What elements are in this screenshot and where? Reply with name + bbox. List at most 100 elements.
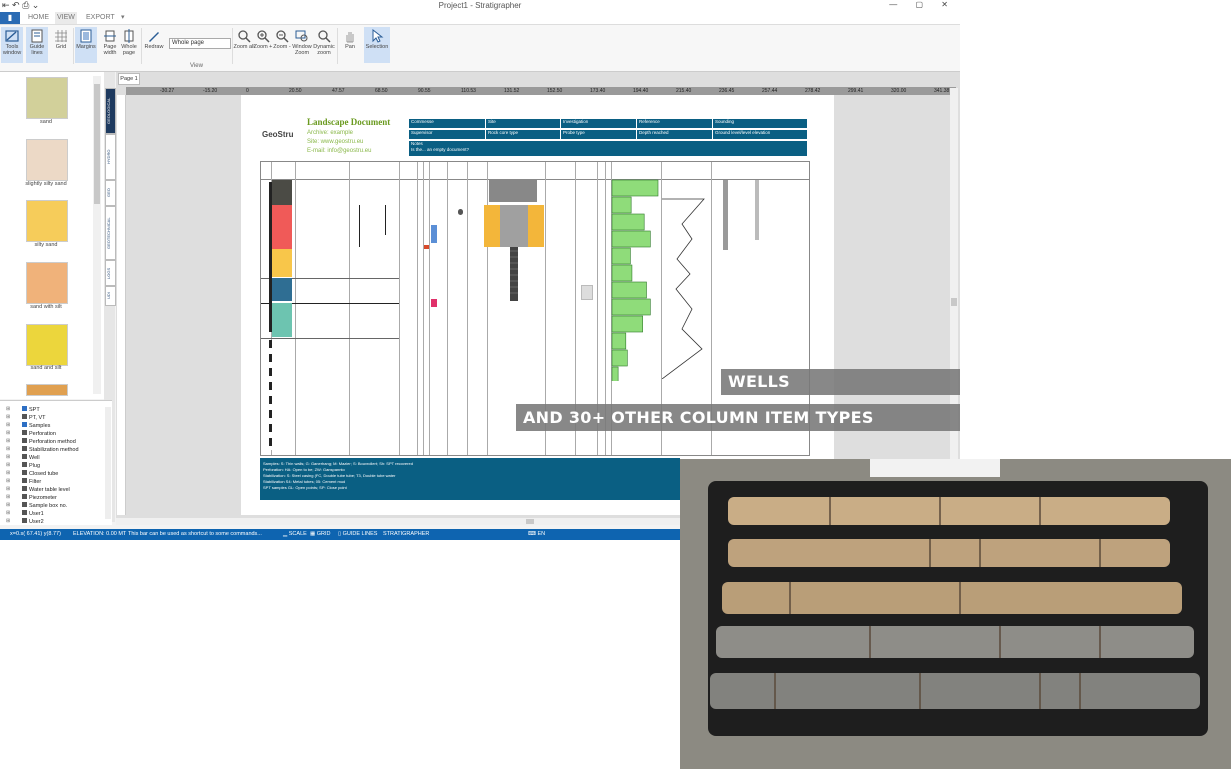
- histogram-chart[interactable]: [611, 179, 661, 381]
- tree-item[interactable]: User2: [22, 518, 44, 525]
- material-swatch-sand-and-silt[interactable]: [26, 324, 68, 366]
- tree-item[interactable]: Perforation method: [22, 438, 76, 445]
- tree-expand-icon[interactable]: ⊞: [6, 502, 10, 508]
- well-diagram[interactable]: [484, 179, 546, 304]
- tree-expand-icon[interactable]: ⊞: [6, 454, 10, 460]
- tree-expand-icon[interactable]: ⊞: [6, 414, 10, 420]
- tab-home[interactable]: HOME: [28, 12, 49, 24]
- material-swatch-sand[interactable]: [26, 77, 68, 119]
- tree-expand-icon[interactable]: ⊞: [6, 510, 10, 516]
- sample-marker[interactable]: [424, 245, 429, 249]
- window-controls[interactable]: — ▢ ✕: [889, 0, 956, 9]
- sample-marker[interactable]: [431, 299, 437, 307]
- whole-page-button[interactable]: Whole page: [118, 27, 140, 63]
- notes-cell: Notes Is the... an empty document?: [408, 140, 808, 157]
- stratum-layer[interactable]: [272, 278, 292, 301]
- material-swatch-slightly-silty-sand[interactable]: [26, 139, 68, 181]
- tools-window-label: Tools window: [2, 44, 22, 56]
- tree-item[interactable]: Filter: [22, 478, 41, 485]
- tab-view[interactable]: VIEW: [55, 12, 77, 24]
- tree-expand-icon[interactable]: ⊞: [6, 486, 10, 492]
- tree-item[interactable]: SPT: [22, 406, 40, 413]
- dynamic-zoom-button[interactable]: Dynamic zoom: [313, 27, 335, 63]
- tree-item-icon: [22, 454, 27, 459]
- tree-item[interactable]: PT, VT: [22, 414, 46, 421]
- tree-item-icon: [22, 502, 27, 507]
- material-swatch-sand-with-silt[interactable]: [26, 262, 68, 304]
- vertical-scrollbar[interactable]: [950, 88, 958, 518]
- log-bar[interactable]: [723, 180, 728, 250]
- selection-button[interactable]: Selection: [364, 27, 390, 63]
- material-swatch-partial[interactable]: [26, 384, 68, 396]
- language-indicator[interactable]: ⌨ EN: [528, 529, 545, 540]
- tree-expand-icon[interactable]: ⊞: [6, 446, 10, 452]
- ribbon-overflow-button[interactable]: ▾: [121, 12, 127, 24]
- scroll-thumb[interactable]: [951, 298, 957, 306]
- histogram-bar: [611, 264, 633, 282]
- grid-label: Grid: [55, 44, 67, 50]
- tree-expand-icon[interactable]: ⊞: [6, 478, 10, 484]
- redraw-button[interactable]: Redraw: [143, 27, 165, 63]
- materials-scrollbar[interactable]: [93, 76, 101, 394]
- material-label: sand: [40, 119, 52, 125]
- grid-toggle[interactable]: ▦ GRID: [310, 529, 330, 540]
- tree-item[interactable]: Stabilization method: [22, 446, 79, 453]
- tree-expand-icon[interactable]: ⊞: [6, 470, 10, 476]
- tree-item-label: Stabilization method: [29, 447, 79, 453]
- stratum-layer[interactable]: [272, 249, 292, 277]
- tree-expand-icon[interactable]: ⊞: [6, 462, 10, 468]
- tree-item[interactable]: Well: [22, 454, 40, 461]
- window-title: Project1 - Stratigrapher: [438, 1, 522, 10]
- status-hint[interactable]: This bar can be used as shortcut to some…: [128, 529, 262, 540]
- tab-geological[interactable]: GEOLOGICAL: [105, 88, 116, 134]
- scale-toggle[interactable]: ▁ SCALE: [283, 529, 307, 540]
- sample-marker[interactable]: [431, 225, 437, 243]
- material-swatch-silty-sand[interactable]: [26, 200, 68, 242]
- zoom-out-button[interactable]: Zoom -: [271, 27, 293, 63]
- tree-item[interactable]: User1: [22, 510, 44, 517]
- tree-item[interactable]: Samples: [22, 422, 50, 429]
- margins-button[interactable]: Margins: [75, 27, 97, 63]
- piezometer-marker[interactable]: [458, 209, 463, 215]
- tab-hydro[interactable]: HYDRO: [105, 134, 116, 180]
- tree-item[interactable]: Water table level: [22, 486, 70, 493]
- tools-window-icon: [5, 30, 19, 42]
- sample-box-marker[interactable]: [581, 285, 593, 300]
- tree-expand-icon[interactable]: ⊞: [6, 518, 10, 524]
- window-zoom-button[interactable]: Window Zoom: [291, 27, 313, 63]
- tree-item-icon: [22, 494, 27, 499]
- pan-button[interactable]: Pan: [339, 27, 361, 63]
- scroll-thumb[interactable]: [94, 84, 100, 204]
- tools-window-button[interactable]: Tools window: [1, 27, 23, 63]
- header-cell: Site: [485, 118, 561, 129]
- tab-export[interactable]: EXPORT: [86, 12, 115, 24]
- tree-expand-icon[interactable]: ⊞: [6, 430, 10, 436]
- tree-item[interactable]: Plug: [22, 462, 40, 469]
- stratum-layer[interactable]: [272, 205, 292, 249]
- tree-item[interactable]: Closed tube: [22, 470, 58, 477]
- tab-logs[interactable]: LOGS: [105, 260, 116, 286]
- tree-scrollbar[interactable]: [105, 407, 111, 519]
- zoom-select[interactable]: Whole page: [169, 38, 231, 49]
- log-bar[interactable]: [755, 180, 759, 240]
- tree-item[interactable]: Perforation: [22, 430, 56, 437]
- file-menu-button[interactable]: ▮: [0, 12, 20, 24]
- tree-expand-icon[interactable]: ⊞: [6, 422, 10, 428]
- tree-item[interactable]: Sample box no.: [22, 502, 67, 509]
- tree-expand-icon[interactable]: ⊞: [6, 494, 10, 500]
- tab-udi[interactable]: UDI: [105, 286, 116, 306]
- grid-button[interactable]: Grid: [50, 27, 72, 63]
- stratum-layer[interactable]: [272, 303, 292, 337]
- guide-lines-button[interactable]: Guide lines: [26, 27, 48, 63]
- profile-chart[interactable]: [662, 179, 712, 379]
- stratum-layer[interactable]: [272, 180, 292, 205]
- tab-geotechnical[interactable]: GEOTECHNICAL: [105, 206, 116, 260]
- tree-item[interactable]: Piezometer: [22, 494, 57, 501]
- guide-lines-toggle[interactable]: ▯ GUIDE LINES: [338, 529, 377, 540]
- tree-expand-icon[interactable]: ⊞: [6, 406, 10, 412]
- tab-page-1[interactable]: Page 1: [118, 73, 140, 85]
- tab-geo[interactable]: GEO: [105, 180, 116, 206]
- tree-expand-icon[interactable]: ⊞: [6, 438, 10, 444]
- horizontal-scrollbar[interactable]: [116, 518, 680, 525]
- scroll-thumb[interactable]: [526, 519, 534, 524]
